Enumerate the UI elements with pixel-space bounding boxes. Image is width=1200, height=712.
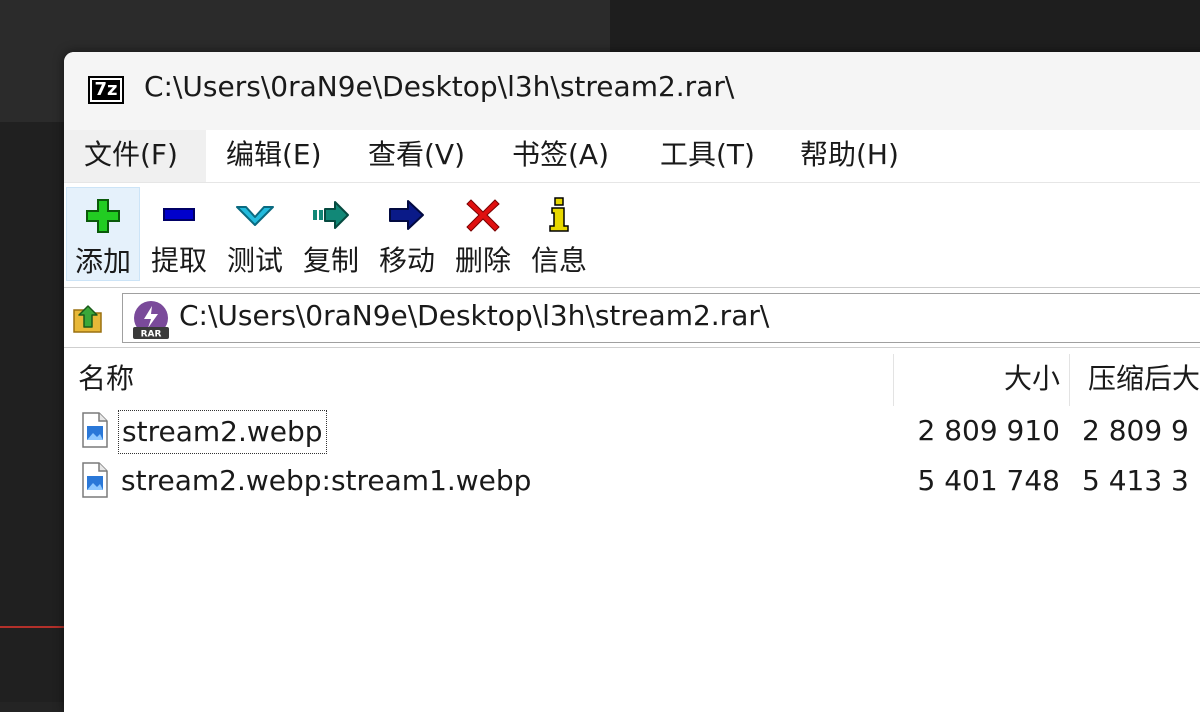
copy-button[interactable]: 复制: [294, 187, 368, 281]
menu-edit[interactable]: 编辑(E): [206, 130, 342, 182]
add-button[interactable]: 添加: [66, 187, 140, 281]
menu-file[interactable]: 文件(F): [64, 130, 206, 182]
folder-up-button[interactable]: [70, 300, 106, 336]
column-separator[interactable]: [1069, 354, 1070, 406]
column-separator[interactable]: [893, 354, 894, 406]
7zip-file-manager-window: 7z C:\Users\0raN9e\Desktop\l3h\stream2.r…: [64, 52, 1200, 712]
menu-tools[interactable]: 工具(T): [640, 130, 775, 182]
add-label: 添加: [74, 245, 131, 278]
info-icon: [522, 197, 596, 233]
address-bar: RAR C:\Users\0raN9e\Desktop\l3h\stream2.…: [64, 288, 1200, 348]
toolbar: 添加 提取 测试 复制 移动 删除 信息: [64, 182, 1200, 288]
info-label: 信息: [530, 244, 587, 277]
image-file-icon: [82, 412, 108, 448]
title-bar[interactable]: 7z C:\Users\0raN9e\Desktop\l3h\stream2.r…: [64, 52, 1200, 130]
move-label: 移动: [378, 244, 435, 277]
file-size: 2 809 910: [917, 414, 1060, 447]
svg-text:RAR: RAR: [141, 330, 162, 340]
rar-archive-icon: RAR: [133, 301, 169, 340]
7zip-app-icon[interactable]: 7z: [88, 76, 124, 104]
menu-view[interactable]: 查看(V): [348, 130, 485, 182]
copy-icon: [294, 197, 368, 233]
menu-help[interactable]: 帮助(H): [780, 130, 919, 182]
move-button[interactable]: 移动: [370, 187, 444, 281]
file-name[interactable]: stream2.webp: [118, 410, 327, 454]
copy-label: 复制: [302, 244, 359, 277]
delete-icon: [446, 197, 520, 233]
test-label: 测试: [226, 244, 283, 277]
file-packed-size: 5 413 3: [1082, 464, 1189, 497]
delete-label: 删除: [454, 244, 511, 277]
path-input[interactable]: RAR C:\Users\0raN9e\Desktop\l3h\stream2.…: [122, 293, 1200, 343]
test-icon: [218, 197, 292, 233]
add-icon: [67, 198, 139, 234]
file-list: 名称 大小 压缩后大 stream2.webp 2 809 910 2 809 …: [64, 348, 1200, 712]
column-header-size[interactable]: 大小: [896, 348, 1060, 410]
file-packed-size: 2 809 9: [1082, 414, 1189, 447]
info-button[interactable]: 信息: [522, 187, 596, 281]
desktop-accent-line: [0, 626, 66, 628]
path-text: C:\Users\0raN9e\Desktop\l3h\stream2.rar\: [179, 299, 770, 332]
extract-label: 提取: [150, 244, 207, 277]
file-row[interactable]: stream2.webp:stream1.webp 5 401 748 5 41…: [64, 456, 1200, 506]
folder-up-icon: [73, 305, 102, 333]
test-button[interactable]: 测试: [218, 187, 292, 281]
column-header-name[interactable]: 名称: [78, 348, 878, 410]
move-icon: [370, 197, 444, 233]
extract-button[interactable]: 提取: [142, 187, 216, 281]
window-title: C:\Users\0raN9e\Desktop\l3h\stream2.rar\: [144, 70, 735, 103]
file-size: 5 401 748: [917, 464, 1060, 497]
column-header-packed-size[interactable]: 压缩后大: [1088, 348, 1200, 410]
file-row[interactable]: stream2.webp 2 809 910 2 809 9: [64, 406, 1200, 456]
delete-button[interactable]: 删除: [446, 187, 520, 281]
menu-bookmarks[interactable]: 书签(A): [492, 130, 629, 182]
image-file-icon: [82, 462, 108, 498]
extract-icon: [142, 197, 216, 233]
file-name[interactable]: stream2.webp:stream1.webp: [118, 460, 534, 504]
menu-bar: 文件(F) 编辑(E) 查看(V) 书签(A) 工具(T) 帮助(H): [64, 130, 1200, 182]
